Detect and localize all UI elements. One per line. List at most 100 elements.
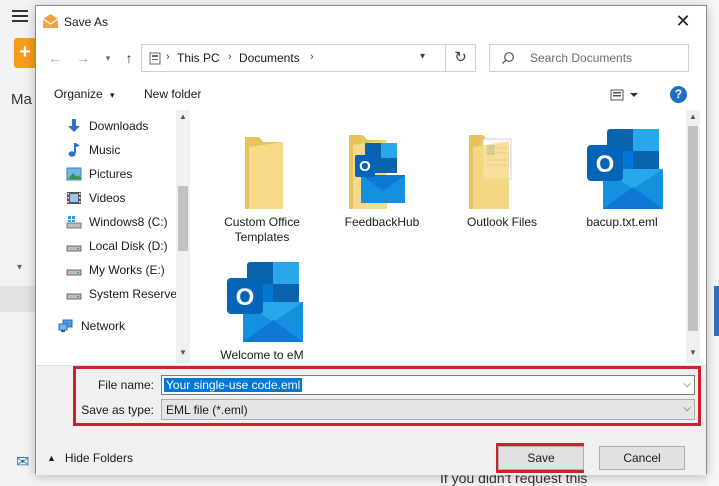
windows-drive-icon — [66, 216, 82, 229]
chevron-down-icon: ▾ — [110, 90, 115, 100]
save-as-dialog: Save As ✕ ← → ▾ ↑ › This PC › Documents … — [35, 5, 707, 475]
breadcrumb-separator-icon[interactable]: › — [310, 51, 314, 63]
nav-item-label: Network — [81, 319, 126, 333]
navigation-bar: ← → ▾ ↑ › This PC › Documents › ▾ ↻ Sear… — [36, 39, 706, 79]
new-folder-button[interactable]: New folder — [144, 87, 201, 101]
file-item-welcome-to-em[interactable]: O Welcome to eM — [207, 258, 317, 363]
nav-item-local-disk-d[interactable]: Local Disk (D:) — [66, 236, 191, 256]
file-item-outlook-files[interactable]: Outlook Files — [447, 125, 557, 230]
nav-item-network[interactable]: Network — [58, 316, 183, 336]
nav-item-label: System Reserved — [89, 287, 184, 301]
file-name: Welcome to eM — [220, 348, 304, 362]
search-box[interactable]: Search Documents — [489, 44, 689, 72]
scroll-down-icon[interactable]: ▼ — [686, 348, 700, 357]
save-as-type-label: Save as type: — [81, 403, 154, 417]
outlook-eml-icon: O — [207, 258, 317, 348]
file-name-label: File name: — [97, 378, 154, 392]
organize-button[interactable]: Organize ▾ — [54, 87, 115, 101]
caret-up-icon: ▲ — [47, 453, 56, 463]
nav-item-label: Downloads — [89, 119, 149, 133]
nav-item-videos[interactable]: Videos — [66, 188, 191, 208]
refresh-icon[interactable]: ↻ — [445, 45, 475, 71]
search-placeholder: Search Documents — [530, 51, 633, 65]
scroll-down-icon[interactable]: ▼ — [176, 348, 190, 357]
new-item-button[interactable]: + — [14, 38, 36, 68]
mail-icon[interactable]: ✉ — [16, 452, 29, 472]
folder-with-outlook-icon: O — [327, 125, 437, 215]
svg-text:O: O — [236, 284, 255, 311]
cancel-button[interactable]: Cancel — [599, 446, 685, 470]
breadcrumb-this-pc[interactable]: This PC — [177, 51, 220, 65]
save-as-type-value: EML file (*.eml) — [166, 403, 248, 417]
file-item-custom-office-templates[interactable]: Custom Office Templates — [207, 125, 317, 245]
up-arrow-icon[interactable]: ↑ — [120, 49, 138, 67]
pictures-icon — [66, 167, 82, 181]
hide-folders-label: Hide Folders — [64, 451, 133, 465]
title-bar: Save As ✕ — [36, 6, 706, 37]
nav-item-music[interactable]: Music — [66, 140, 191, 160]
search-icon — [502, 52, 514, 64]
chevron-down-icon[interactable]: ▾ — [17, 262, 22, 273]
nav-item-label: Pictures — [89, 167, 133, 181]
view-options-button[interactable] — [610, 88, 640, 102]
file-name: Custom Office Templates — [224, 215, 300, 244]
file-item-bacup-txt-eml[interactable]: O bacup.txt.eml — [567, 125, 677, 230]
file-name: FeedbackHub — [344, 215, 420, 229]
svg-text:O: O — [596, 151, 615, 178]
recent-locations-chevron-icon[interactable]: ▾ — [99, 49, 117, 67]
nav-item-label: Windows8 (C:) — [89, 215, 168, 229]
help-icon[interactable]: ? — [670, 86, 687, 103]
music-icon — [68, 143, 80, 157]
close-button[interactable]: ✕ — [660, 6, 706, 37]
forward-arrow-icon[interactable]: → — [74, 49, 92, 67]
background-right-edge — [708, 0, 719, 486]
hamburger-menu-icon[interactable] — [12, 10, 28, 24]
scroll-up-icon[interactable]: ▲ — [686, 112, 700, 121]
breadcrumb-separator-icon: › — [166, 51, 170, 63]
file-name-input[interactable]: Your single-use code.eml ⌵ — [161, 375, 695, 395]
save-form: File name: Your single-use code.eml ⌵ Sa… — [36, 365, 706, 475]
folder-with-documents-icon — [447, 125, 557, 215]
nav-item-system-reserved[interactable]: System Reserved — [66, 284, 191, 304]
command-toolbar: Organize ▾ New folder ? — [36, 82, 706, 108]
chevron-down-icon[interactable]: ⌵ — [683, 379, 691, 390]
nav-item-pictures[interactable]: Pictures — [66, 164, 191, 184]
drive-icon — [66, 245, 82, 252]
save-as-type-select[interactable]: EML file (*.eml) ⌵ — [161, 399, 695, 420]
breadcrumb-documents[interactable]: Documents — [239, 51, 300, 65]
file-list: Custom Office Templates O FeedbackHub Ou… — [190, 110, 685, 363]
file-name-value: Your single-use code.eml — [164, 378, 303, 392]
address-dropdown-chevron-icon[interactable]: ▾ — [420, 51, 425, 62]
background-selected-row — [0, 286, 36, 312]
download-icon — [68, 119, 80, 132]
nav-item-label: Local Disk (D:) — [89, 239, 168, 253]
videos-icon — [67, 192, 81, 204]
scroll-up-icon[interactable]: ▲ — [176, 112, 190, 121]
background-accent-bar — [714, 286, 719, 336]
navigation-pane: Downloads Music Pictures Videos Windows8… — [36, 110, 189, 363]
nav-item-my-works-e[interactable]: My Works (E:) — [66, 260, 191, 280]
outlook-eml-icon: O — [567, 125, 677, 215]
file-list-scroll-thumb[interactable] — [688, 126, 698, 331]
nav-item-windows8-c[interactable]: Windows8 (C:) — [66, 212, 191, 232]
back-arrow-icon[interactable]: ← — [46, 49, 64, 67]
nav-item-label: Music — [89, 143, 121, 157]
nav-item-downloads[interactable]: Downloads — [66, 116, 191, 136]
nav-item-label: My Works (E:) — [89, 263, 165, 277]
save-button[interactable]: Save — [498, 446, 584, 470]
breadcrumb-separator-icon[interactable]: › — [228, 51, 232, 63]
dialog-title: Save As — [64, 15, 109, 29]
address-bar[interactable]: › This PC › Documents › ▾ ↻ — [141, 44, 476, 72]
nav-pane-scroll-thumb[interactable] — [178, 186, 188, 251]
drive-icon — [66, 293, 82, 300]
pc-icon — [149, 52, 161, 65]
hide-folders-button[interactable]: ▲ Hide Folders — [47, 451, 133, 465]
organize-label: Organize — [54, 87, 103, 101]
drive-icon — [66, 269, 82, 276]
chevron-down-icon: ⌵ — [683, 403, 691, 414]
background-heading: Ma — [11, 91, 32, 108]
nav-item-label: Videos — [89, 191, 126, 205]
em-client-icon — [42, 14, 59, 28]
file-item-feedbackhub[interactable]: O FeedbackHub — [327, 125, 437, 230]
svg-text:O: O — [359, 158, 371, 175]
